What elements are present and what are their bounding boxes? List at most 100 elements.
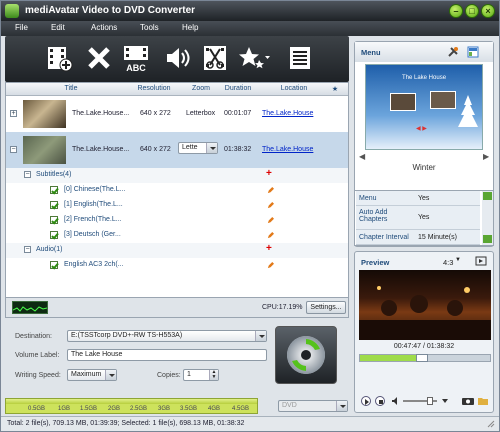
seekbar-handle[interactable]: [416, 354, 428, 362]
setting-row[interactable]: Auto Add Chapters Yes: [356, 206, 480, 230]
row-zoom[interactable]: Letterbox: [186, 110, 215, 117]
zoom-select[interactable]: Lette: [178, 142, 218, 154]
audio-item[interactable]: English AC3 2ch(...: [6, 258, 348, 273]
next-theme-icon[interactable]: ▶: [483, 152, 489, 161]
destination-select[interactable]: E:(TSSTcorp DVD+-RW TS-H553A): [67, 330, 267, 342]
fullscreen-icon[interactable]: [475, 256, 487, 266]
stop-icon[interactable]: [375, 396, 385, 406]
row-location-link[interactable]: The.Lake.House: [262, 110, 313, 117]
col-title[interactable]: Title: [56, 85, 86, 92]
aspect-ratio-select[interactable]: 4:3: [443, 258, 453, 267]
preview-seekbar[interactable]: [359, 354, 491, 362]
chevron-down-icon[interactable]: ▼: [455, 257, 461, 263]
collapse-toggle[interactable]: −: [24, 246, 31, 253]
resize-grip-icon[interactable]: [487, 420, 495, 428]
subtitle-label: [2] French(The.L...: [64, 216, 122, 223]
add-subtitle-icon[interactable]: +: [266, 168, 272, 179]
tools-icon[interactable]: [447, 46, 459, 58]
edit-pencil-icon[interactable]: [267, 217, 274, 224]
edit-pencil-icon[interactable]: [267, 232, 274, 239]
menu-help[interactable]: Help: [182, 23, 198, 32]
subtitle-checkbox[interactable]: [50, 231, 58, 239]
edit-pencil-icon[interactable]: [267, 202, 274, 209]
audio-button[interactable]: [163, 44, 191, 74]
col-star[interactable]: ★: [329, 85, 341, 93]
zoom-value: Lette: [182, 144, 198, 151]
volume-label: Volume Label:: [15, 352, 60, 359]
subtitle-item[interactable]: [2] French(The.L...: [6, 213, 348, 228]
subtitle-item[interactable]: [1] English(The.L...: [6, 198, 348, 213]
template-icon[interactable]: [467, 46, 479, 58]
chevron-down-icon: [206, 143, 217, 153]
add-video-button[interactable]: [45, 44, 73, 74]
subtitle-checkbox[interactable]: [50, 186, 58, 194]
row-resolution: 640 x 272: [140, 110, 171, 117]
edit-pencil-icon[interactable]: [267, 187, 274, 194]
burn-button[interactable]: [275, 326, 337, 384]
settings-table: Menu Yes Auto Add Chapters Yes Chapter Int…: [354, 190, 494, 246]
volume-slider[interactable]: [403, 397, 437, 405]
copies-value: 1: [187, 371, 191, 378]
expand-toggle[interactable]: +: [10, 110, 17, 117]
menu-actions[interactable]: Actions: [91, 23, 117, 32]
setting-key: Menu: [359, 195, 377, 202]
collapse-toggle[interactable]: −: [10, 146, 17, 153]
chevron-down-icon[interactable]: [441, 397, 449, 405]
subtitle-checkbox[interactable]: [50, 201, 58, 209]
capacity-fill: [6, 399, 257, 404]
table-row-selected[interactable]: − The.Lake.House... 640 x 272 Lette 01:3…: [6, 132, 348, 168]
settings-scrollbar[interactable]: [482, 191, 493, 245]
volume-label-input[interactable]: The Lake House: [67, 349, 267, 361]
menu-tools[interactable]: Tools: [140, 23, 159, 32]
settings-button[interactable]: Settings...: [306, 301, 346, 314]
col-location[interactable]: Location: [274, 85, 314, 92]
volume-icon[interactable]: [391, 396, 401, 406]
video-preview[interactable]: [359, 270, 491, 340]
copies-stepper[interactable]: 1 ▲ ▼: [183, 369, 219, 381]
collapse-toggle[interactable]: −: [24, 171, 31, 178]
effect-button[interactable]: [237, 44, 271, 74]
menu-file[interactable]: File: [15, 23, 28, 32]
folder-icon[interactable]: [477, 396, 489, 406]
writing-speed-select[interactable]: Maximum: [67, 369, 117, 381]
volume-handle[interactable]: [427, 397, 433, 405]
chapter-button[interactable]: [287, 44, 313, 74]
col-resolution[interactable]: Resolution: [134, 85, 174, 92]
setting-value[interactable]: Yes: [418, 214, 429, 221]
rename-button[interactable]: ABC: [121, 44, 151, 74]
row-location-link[interactable]: The.Lake.House: [262, 146, 313, 153]
star-effect-icon: [239, 47, 270, 69]
setting-row[interactable]: Chapter Interval 15 Minute(s): [356, 230, 480, 245]
close-button[interactable]: ×: [481, 4, 495, 18]
col-zoom[interactable]: Zoom: [186, 85, 216, 92]
audio-checkbox[interactable]: [50, 261, 58, 269]
menu-preview-thumbnail[interactable]: The Lake House ◀ ▶: [365, 64, 483, 150]
stepper-arrows-icon[interactable]: ▲ ▼: [209, 370, 218, 380]
play-icon[interactable]: [361, 396, 371, 406]
edit-pencil-icon[interactable]: [267, 262, 274, 269]
scroll-down-icon[interactable]: [483, 235, 492, 243]
row-duration: 01:38:32: [224, 146, 252, 153]
add-audio-icon[interactable]: +: [266, 243, 272, 254]
table-row[interactable]: + The.Lake.House... 640 x 272 Letterbox …: [6, 96, 348, 132]
subtitles-group[interactable]: − Subtitles(4) +: [6, 168, 348, 183]
scroll-up-icon[interactable]: [483, 192, 492, 200]
subtitle-item[interactable]: [3] Deutsch (Ger...: [6, 228, 348, 243]
menu-edit[interactable]: Edit: [51, 23, 65, 32]
remove-button[interactable]: [85, 44, 113, 74]
setting-value[interactable]: 15 Minute(s): [418, 234, 457, 241]
setting-row[interactable]: Menu Yes: [356, 191, 480, 206]
audio-track-label: English AC3 2ch(...: [64, 261, 124, 268]
subtitle-checkbox[interactable]: [50, 216, 58, 224]
col-duration[interactable]: Duration: [221, 85, 255, 92]
trim-button[interactable]: [201, 44, 229, 74]
prev-theme-icon[interactable]: ◀: [359, 152, 365, 161]
subtitle-item[interactable]: [0] Chinese(The.L...: [6, 183, 348, 198]
audio-group[interactable]: − Audio(1) +: [6, 243, 348, 258]
disc-type-select[interactable]: DVD: [278, 400, 348, 412]
setting-value[interactable]: Yes: [418, 195, 429, 202]
minimize-button[interactable]: –: [449, 4, 463, 18]
maximize-button[interactable]: □: [465, 4, 479, 18]
camera-icon[interactable]: [461, 396, 475, 406]
copies-label: Copies:: [157, 372, 181, 379]
